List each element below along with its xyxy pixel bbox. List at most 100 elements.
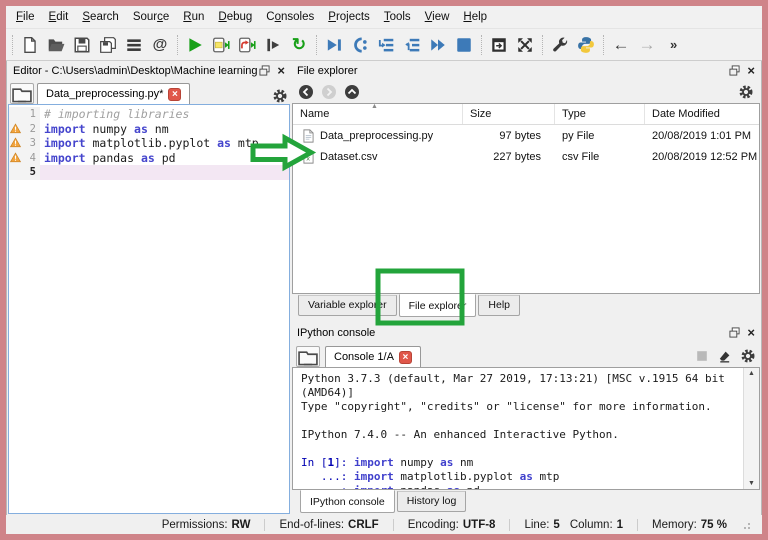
file-explorer-close-icon[interactable]: × (747, 64, 755, 77)
status-separator (392, 518, 394, 531)
menu-file[interactable]: File (9, 8, 42, 26)
code-editor[interactable]: 1 # importing libraries 2 import numpy as n… (8, 104, 290, 514)
spyder-window: File Edit Search Source Run Debug Consoles Proj… (0, 0, 768, 540)
browse-tabs-icon[interactable] (10, 83, 34, 104)
menu-tools[interactable]: Tools (377, 8, 418, 26)
run-selection-button[interactable] (260, 32, 286, 58)
editor-undock-icon[interactable] (259, 65, 270, 76)
console-tab-bar: Console 1/A × (292, 342, 760, 367)
file-row[interactable]: x Dataset.csv 227 bytes csv File 20/08/2019 … (293, 146, 759, 167)
toolbar-overflow-icon[interactable]: » (670, 37, 677, 52)
menu-bar: File Edit Search Source Run Debug Consoles Proj… (6, 6, 762, 28)
back-button[interactable]: ← (608, 32, 634, 58)
file-explorer-undock-icon[interactable] (729, 65, 740, 76)
preferences-button[interactable] (547, 32, 573, 58)
clear-console-icon[interactable] (717, 349, 732, 364)
run-file-button[interactable] (182, 32, 208, 58)
file-size: 97 bytes (499, 129, 541, 142)
console-output[interactable]: Python 3.7.3 (default, Mar 27 2019, 17:1… (293, 368, 743, 489)
editor-line-3[interactable]: 3 import matplotlib.pyplot as mtp (9, 136, 289, 151)
step-button[interactable] (347, 32, 373, 58)
editor-line-1[interactable]: 1 # importing libraries (9, 107, 289, 122)
save-all-button[interactable] (95, 32, 121, 58)
console-tab-strip: IPython console History log (292, 490, 760, 514)
scroll-up-icon[interactable]: ▲ (748, 370, 755, 377)
menu-consoles[interactable]: Consoles (259, 8, 321, 26)
tab-file-explorer[interactable]: File explorer (398, 294, 477, 317)
menu-source[interactable]: Source (126, 8, 176, 26)
new-file-button[interactable] (17, 32, 43, 58)
console-undock-icon[interactable] (729, 327, 740, 338)
fe-back-icon[interactable] (298, 84, 314, 100)
file-table: Name Size Type Date Modified Data_preproces… (292, 103, 760, 294)
rerun-last-button[interactable]: ↻ (286, 32, 312, 58)
menu-debug[interactable]: Debug (211, 8, 259, 26)
file-explorer-panel: File explorer × Name Size Type Date Modi… (292, 61, 760, 319)
file-type: py File (562, 129, 595, 142)
fullscreen-button[interactable] (512, 32, 538, 58)
sort-indicator-icon: ▲ (371, 103, 378, 110)
menu-projects[interactable]: Projects (321, 8, 377, 26)
editor-line-4[interactable]: 4 import pandas as pd (9, 150, 289, 165)
column-header-size[interactable]: Size (463, 104, 555, 124)
toolbar-separator (316, 34, 317, 55)
console-title: IPython console (297, 326, 376, 339)
rerun-cell-icon (238, 36, 256, 54)
tab-ipython-console[interactable]: IPython console (300, 490, 395, 513)
find-symbols-button[interactable]: @ (147, 32, 173, 58)
console-browse-tabs-icon[interactable] (296, 346, 320, 367)
editor-line-5[interactable]: 5 (9, 165, 289, 180)
column-header-date-modified[interactable]: Date Modified (645, 104, 759, 124)
fe-options-gear-icon[interactable] (738, 84, 754, 100)
line-number: 4 (9, 150, 40, 165)
code-text: import matplotlib.pyplot as mtp (44, 136, 259, 150)
console-line: Type "copyright", "credits" or "license"… (301, 400, 712, 413)
interrupt-kernel-icon[interactable] (695, 349, 709, 363)
file-switcher-icon (125, 36, 143, 54)
forward-button[interactable]: → (634, 32, 660, 58)
editor-close-icon[interactable]: × (277, 64, 285, 77)
continue-button[interactable] (425, 32, 451, 58)
menu-help[interactable]: Help (456, 8, 494, 26)
scroll-down-icon[interactable]: ▼ (748, 480, 755, 487)
save-file-button[interactable] (69, 32, 95, 58)
console-tab-close-icon[interactable]: × (398, 350, 412, 364)
fe-forward-icon[interactable] (321, 84, 337, 100)
file-switcher-button[interactable] (121, 32, 147, 58)
editor-line-2[interactable]: 2 import numpy as nm (9, 121, 289, 136)
debug-file-button[interactable] (321, 32, 347, 58)
editor-tab-label: Data_preprocessing.py* (46, 88, 164, 100)
menu-search[interactable]: Search (75, 8, 125, 26)
tab-variable-explorer[interactable]: Variable explorer (298, 295, 397, 316)
resize-grip[interactable] (742, 521, 750, 529)
maximize-pane-button[interactable] (486, 32, 512, 58)
run-cell-button[interactable] (208, 32, 234, 58)
console-options-gear-icon[interactable] (740, 348, 756, 364)
step-return-button[interactable] (399, 32, 425, 58)
file-type: csv File (562, 150, 600, 163)
file-row[interactable]: Data_preprocessing.py 97 bytes py File 20/0… (293, 125, 759, 146)
rerun-cell-button[interactable] (234, 32, 260, 58)
tab-history-log[interactable]: History log (396, 491, 467, 512)
editor-tab-close-icon[interactable]: × (168, 87, 182, 101)
fe-up-icon[interactable] (344, 84, 360, 100)
editor-tab[interactable]: Data_preprocessing.py* × (37, 83, 191, 104)
tab-help[interactable]: Help (478, 295, 520, 316)
column-header-name[interactable]: Name (293, 104, 463, 124)
console-scrollbar[interactable]: ▲ ▼ (743, 368, 759, 489)
console-tab[interactable]: Console 1/A × (325, 346, 421, 367)
console-line: ...: import matplotlib.pyplot as mtp (301, 470, 560, 483)
editor-options-gear-icon[interactable] (272, 88, 288, 104)
file-size: 227 bytes (493, 150, 541, 163)
step-into-icon (377, 36, 395, 54)
console-close-icon[interactable]: × (747, 326, 755, 339)
python-path-button[interactable] (573, 32, 599, 58)
menu-edit[interactable]: Edit (42, 8, 76, 26)
menu-view[interactable]: View (418, 8, 457, 26)
file-explorer-title: File explorer (297, 64, 358, 77)
stop-button[interactable] (451, 32, 477, 58)
column-header-type[interactable]: Type (555, 104, 645, 124)
step-into-button[interactable] (373, 32, 399, 58)
open-file-button[interactable] (43, 32, 69, 58)
menu-run[interactable]: Run (176, 8, 211, 26)
